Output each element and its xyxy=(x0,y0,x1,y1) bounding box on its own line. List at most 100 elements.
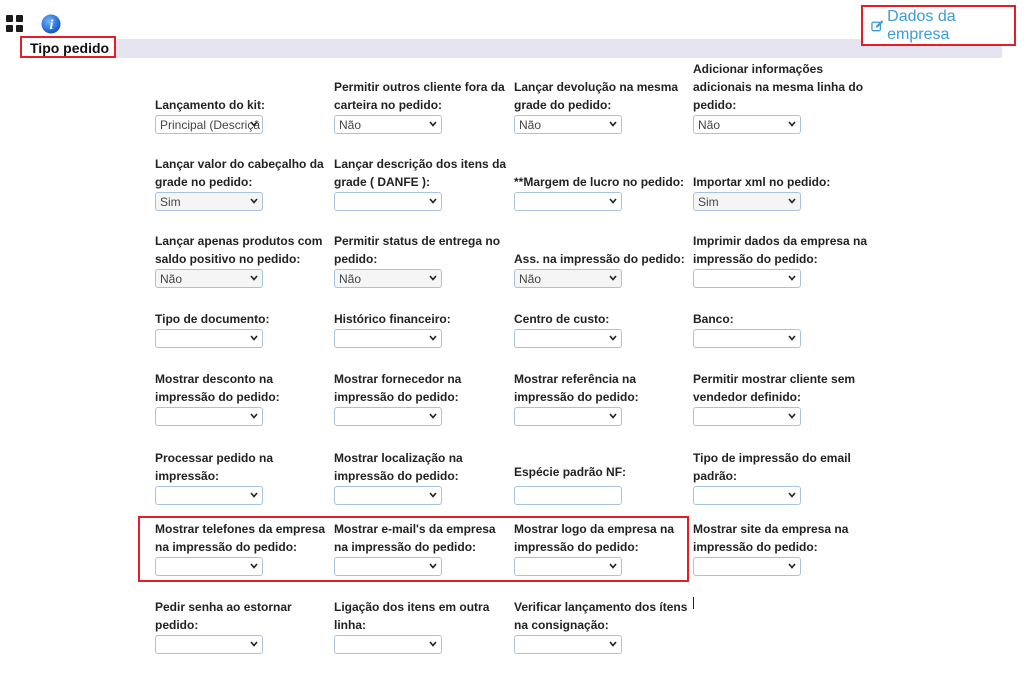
chevron-down-icon xyxy=(429,335,437,341)
field-r1-c3: Lançar devolução na mesma grade do pedid… xyxy=(514,78,692,134)
field-label: Banco: xyxy=(693,312,734,326)
info-icon[interactable]: i xyxy=(41,14,61,34)
select-dropdown[interactable] xyxy=(334,407,442,426)
select-dropdown[interactable]: Não xyxy=(514,115,622,134)
field-r3-c3: Ass. na impressão do pedido: Não xyxy=(514,250,692,288)
select-dropdown[interactable] xyxy=(155,407,263,426)
select-dropdown[interactable] xyxy=(334,192,442,211)
field-r5-c3: Mostrar referência na impressão do pedid… xyxy=(514,370,692,426)
field-label: Verificar lançamento dos ítens na consig… xyxy=(514,600,688,632)
select-value: Não xyxy=(160,272,183,286)
field-label: Lançar descrição dos itens da grade ( DA… xyxy=(334,157,507,189)
chevron-down-icon xyxy=(250,492,258,498)
chevron-down-icon xyxy=(429,198,437,204)
chevron-down-icon xyxy=(429,492,437,498)
select-dropdown[interactable] xyxy=(155,329,263,348)
field-label: Centro de custo: xyxy=(514,312,610,326)
field-label: Mostrar desconto na impressão do pedido: xyxy=(155,372,280,404)
field-r2-c1: Lançar valor do cabeçalho da grade no pe… xyxy=(155,155,333,211)
select-dropdown[interactable] xyxy=(693,486,801,505)
field-r4-c1: Tipo de documento: xyxy=(155,310,333,348)
select-dropdown[interactable] xyxy=(334,635,442,654)
field-r8-c3: Verificar lançamento dos ítens na consig… xyxy=(514,598,692,654)
select-value: Sim xyxy=(160,195,181,209)
field-r3-c2: Permitir status de entrega no pedido: Não xyxy=(334,232,512,288)
select-dropdown[interactable] xyxy=(693,557,801,576)
field-r1-c1: Lançamento do kit: Principal (Descriçâ xyxy=(155,96,333,134)
select-dropdown[interactable]: Não xyxy=(334,115,442,134)
select-dropdown[interactable] xyxy=(514,635,622,654)
field-label: Mostrar referência na impressão do pedid… xyxy=(514,372,639,404)
chevron-down-icon xyxy=(788,563,796,569)
field-label: Importar xml no pedido: xyxy=(693,175,831,189)
section-title: Tipo pedido xyxy=(20,36,116,58)
select-dropdown[interactable] xyxy=(514,192,622,211)
field-label: Mostrar e-mail's da empresa na impressão… xyxy=(334,522,496,554)
field-r3-c4: Imprimir dados da empresa na impressão d… xyxy=(693,232,871,288)
select-dropdown[interactable]: Sim xyxy=(155,192,263,211)
chevron-down-icon xyxy=(609,641,617,647)
select-dropdown[interactable]: Não xyxy=(514,269,622,288)
field-label: Mostrar site da empresa na impressão do … xyxy=(693,522,849,554)
field-label: Permitir status de entrega no pedido: xyxy=(334,234,501,266)
field-r8-c1: Pedir senha ao estornar pedido: xyxy=(155,598,333,654)
field-r3-c1: Lançar apenas produtos com saldo positiv… xyxy=(155,232,333,288)
field-r6-c3: Espécie padrão NF: xyxy=(514,463,692,505)
chevron-down-icon xyxy=(250,198,258,204)
chevron-down-icon xyxy=(788,198,796,204)
select-dropdown[interactable] xyxy=(514,557,622,576)
field-label: Ass. na impressão do pedido: xyxy=(514,252,685,266)
select-dropdown[interactable] xyxy=(514,329,622,348)
chevron-down-icon xyxy=(788,275,796,281)
chevron-down-icon xyxy=(609,413,617,419)
select-dropdown[interactable]: Sim xyxy=(693,192,801,211)
select-value: Não xyxy=(339,272,362,286)
select-dropdown[interactable] xyxy=(514,407,622,426)
field-label: Histórico financeiro: xyxy=(334,312,451,326)
select-dropdown[interactable] xyxy=(334,486,442,505)
field-r7-c4: Mostrar site da empresa na impressão do … xyxy=(693,520,871,576)
select-dropdown[interactable]: Não xyxy=(334,269,442,288)
select-dropdown[interactable]: Não xyxy=(155,269,263,288)
field-label: Permitir outros cliente fora da carteira… xyxy=(334,80,505,112)
select-dropdown[interactable] xyxy=(155,635,263,654)
field-label: Imprimir dados da empresa na impressão d… xyxy=(693,234,868,266)
field-r5-c1: Mostrar desconto na impressão do pedido: xyxy=(155,370,333,426)
select-value: Não xyxy=(339,118,362,132)
field-r2-c3: **Margem de lucro no pedido: xyxy=(514,173,692,211)
field-label: Mostrar telefones da empresa na impressã… xyxy=(155,522,326,554)
field-r2-c4: Importar xml no pedido: Sim xyxy=(693,173,871,211)
field-label: Tipo de documento: xyxy=(155,312,270,326)
edit-icon xyxy=(871,19,884,31)
field-r6-c2: Mostrar localização na impressão do pedi… xyxy=(334,449,512,505)
especie-nf-input[interactable] xyxy=(514,486,622,505)
chevron-down-icon xyxy=(788,121,796,127)
field-label: Lançamento do kit: xyxy=(155,98,266,112)
select-dropdown[interactable] xyxy=(693,407,801,426)
chevron-down-icon xyxy=(429,121,437,127)
field-label: Lançar devolução na mesma grade do pedid… xyxy=(514,80,679,112)
select-dropdown[interactable] xyxy=(155,557,263,576)
company-data-link-label: Dados da empresa xyxy=(887,7,956,43)
select-dropdown[interactable]: Não xyxy=(693,115,801,134)
field-label: Lançar apenas produtos com saldo positiv… xyxy=(155,234,323,266)
select-value: Principal (Descriçâ xyxy=(160,118,261,132)
field-r8-c2: Ligação dos itens em outra linha: xyxy=(334,598,512,654)
select-value: Sim xyxy=(698,195,719,209)
company-data-link[interactable]: Dados da empresa xyxy=(861,5,1016,46)
chevron-down-icon xyxy=(250,275,258,281)
select-dropdown[interactable] xyxy=(334,557,442,576)
chevron-down-icon xyxy=(609,563,617,569)
chevron-down-icon xyxy=(429,641,437,647)
field-label: Processar pedido na impressão: xyxy=(155,451,274,483)
select-dropdown[interactable]: Principal (Descriçâ xyxy=(155,115,263,134)
chevron-down-icon xyxy=(609,121,617,127)
chevron-down-icon xyxy=(429,275,437,281)
field-label: Tipo de impressão do email padrão: xyxy=(693,451,851,483)
select-dropdown[interactable] xyxy=(693,329,801,348)
select-dropdown[interactable] xyxy=(155,486,263,505)
apps-grid-icon[interactable] xyxy=(6,15,23,32)
select-dropdown[interactable] xyxy=(693,269,801,288)
select-dropdown[interactable] xyxy=(334,329,442,348)
field-label: Adicionar informações adicionais na mesm… xyxy=(693,62,864,112)
